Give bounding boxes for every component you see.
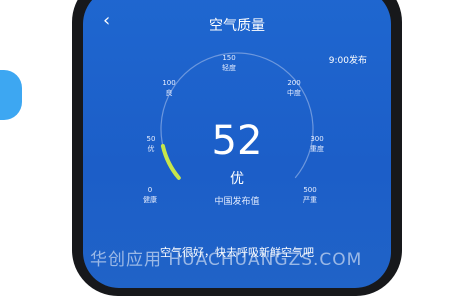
tick-value: 150 bbox=[222, 54, 236, 62]
aqi-level: 优 bbox=[230, 171, 244, 187]
tick-category: 轻度 bbox=[222, 64, 236, 72]
aqi-value: 52 bbox=[211, 118, 263, 164]
data-source-label: 中国发布值 bbox=[214, 197, 260, 207]
tick-label-100: 100 良 bbox=[154, 78, 184, 98]
watermark-text: 华创应用 HUACHUANGZS.COM bbox=[90, 250, 363, 270]
background-bubble bbox=[0, 70, 22, 120]
tick-category: 良 bbox=[165, 89, 173, 97]
tick-label-150: 150 轻度 bbox=[214, 53, 244, 73]
tick-category: 中度 bbox=[287, 89, 301, 97]
tick-value: 200 bbox=[287, 79, 301, 87]
tick-value: 100 bbox=[162, 79, 176, 87]
tick-label-200: 200 中度 bbox=[279, 78, 309, 98]
